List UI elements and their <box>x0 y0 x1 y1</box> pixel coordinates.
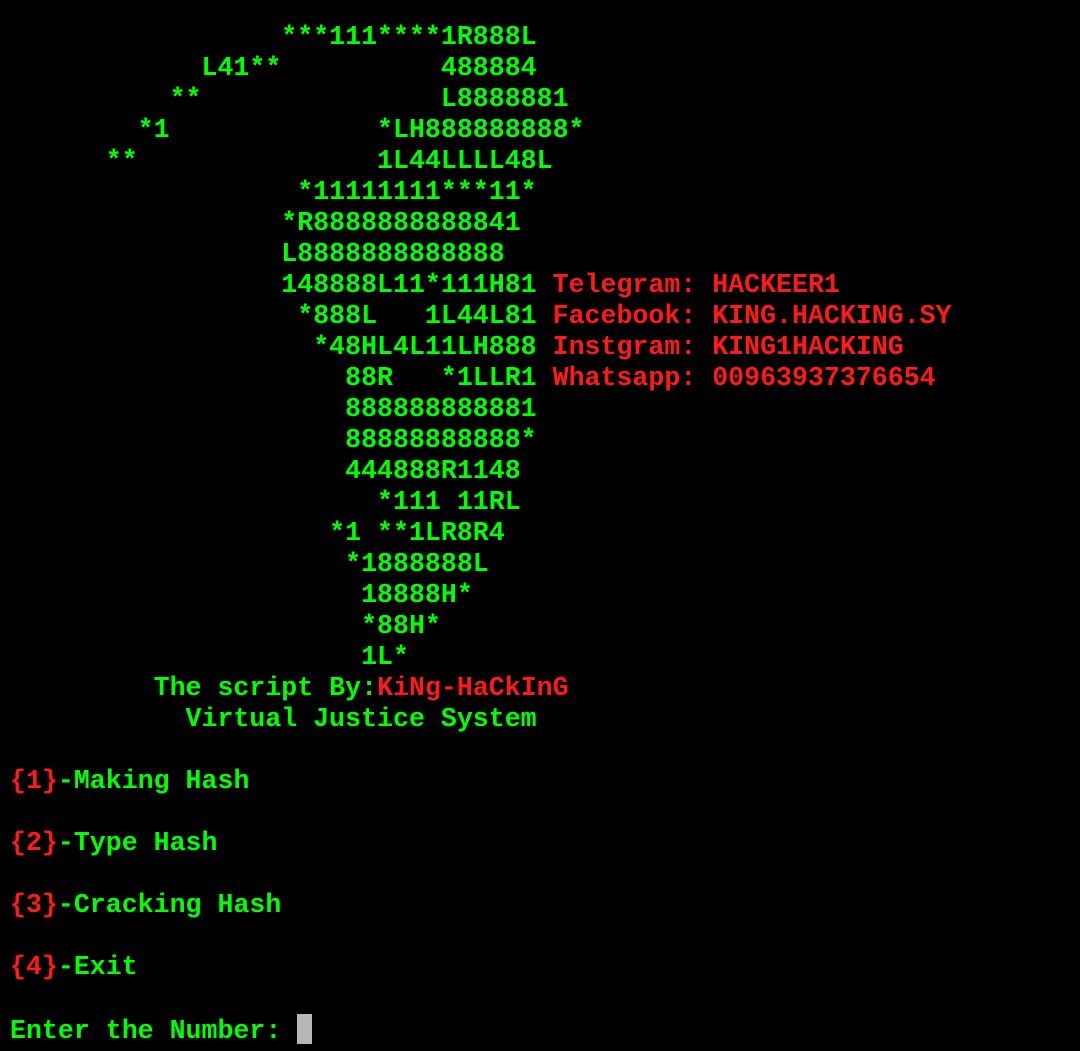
ascii-art-line: 88888888888* <box>10 425 537 455</box>
script-credit: The script By:KiNg-HaCkInG <box>10 673 1080 704</box>
contact-whatsapp: Whatsapp: 00963937376654 <box>552 363 936 393</box>
ascii-banner: ***111****1R888L L41** 488884 ** L888888… <box>10 22 1080 735</box>
menu-item-cracking-hash: {3}-Cracking Hash <box>10 890 1080 921</box>
menu-item-key: {1} <box>10 766 58 796</box>
ascii-art-line: *888L 1L44L81 Facebook: KING.HACKING.SY <box>10 301 952 331</box>
input-prompt-label: Enter the Number: <box>10 1016 298 1046</box>
menu-item-label: -Exit <box>57 952 138 982</box>
menu-item-label: -Type Hash <box>57 828 218 858</box>
contact-telegram: Telegram: HACKEER1 <box>552 270 840 300</box>
ascii-art-line: 18888H* <box>10 580 473 610</box>
ascii-art-line: *1 **1LR8R4 <box>10 518 505 548</box>
ascii-art-line: *88H* <box>10 611 441 641</box>
text-cursor[interactable] <box>297 1014 313 1044</box>
menu: {1}-Making Hash {2}-Type Hash {3}-Cracki… <box>10 766 1080 1014</box>
ascii-art-line: 148888L11*111H81 Telegram: HACKEER1 <box>10 270 840 300</box>
menu-item-exit: {4}-Exit <box>10 952 1080 983</box>
contact-instagram: Instgram: KING1HACKING <box>552 332 904 362</box>
menu-item-key: {3} <box>10 890 58 920</box>
ascii-art-line: 888888888881 <box>10 394 537 424</box>
contact-facebook: Facebook: KING.HACKING.SY <box>552 301 952 331</box>
ascii-art-line: *111 11RL <box>10 487 521 517</box>
menu-item-key: {2} <box>10 828 58 858</box>
terminal-window: ***111****1R888L L41** 488884 ** L888888… <box>10 22 1080 1046</box>
ascii-art-line: ** 1L44LLLL48L <box>10 146 553 176</box>
menu-item-type-hash: {2}-Type Hash <box>10 828 1080 859</box>
credit-author: KiNg-HaCkInG <box>377 673 569 703</box>
menu-item-making-hash: {1}-Making Hash <box>10 766 1080 797</box>
menu-item-label: -Making Hash <box>57 766 250 796</box>
ascii-art-line: L41** 488884 <box>10 53 537 83</box>
menu-item-label: -Cracking Hash <box>57 890 282 920</box>
input-prompt-line[interactable]: Enter the Number: <box>10 1014 1080 1046</box>
ascii-art-line: 444888R1148 <box>10 456 521 486</box>
ascii-art-line: ***111****1R888L <box>10 22 537 52</box>
ascii-art-line: ** L8888881 <box>10 84 569 114</box>
menu-item-key: {4} <box>10 952 58 982</box>
ascii-art-line: *11111111***11* <box>10 177 537 207</box>
ascii-art-line: 88R *1LLR1 Whatsapp: 00963937376654 <box>10 363 936 393</box>
script-subtitle: Virtual Justice System <box>10 704 537 734</box>
ascii-art-line: *1 *LH888888888* <box>10 115 585 145</box>
ascii-art-line: 1L* <box>10 642 409 672</box>
ascii-art-line: *48HL4L11LH888 Instgram: KING1HACKING <box>10 332 904 362</box>
ascii-art-line: L8888888888888 <box>10 239 505 269</box>
credit-prefix: The script By: <box>10 673 378 703</box>
ascii-art-line: *R8888888888841 <box>10 208 521 238</box>
ascii-art-line: *1888888L <box>10 549 489 579</box>
